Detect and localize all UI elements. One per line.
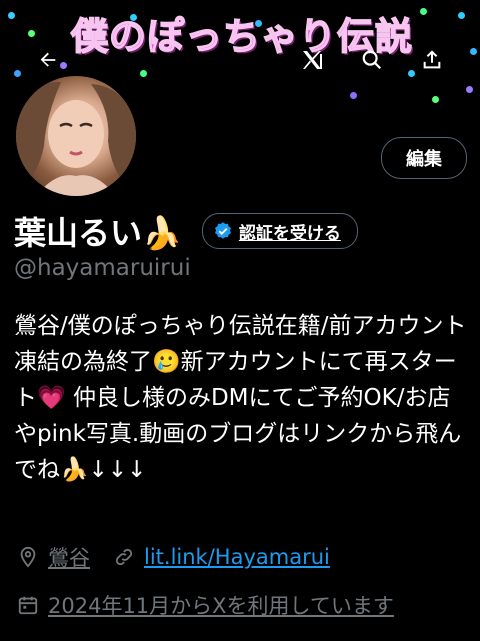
banner-decoration xyxy=(466,86,473,93)
link-icon xyxy=(112,545,136,569)
banner-decoration xyxy=(470,48,477,55)
get-verified-button[interactable]: 認証を受ける xyxy=(201,213,358,249)
banner-decoration xyxy=(432,96,439,103)
share-icon[interactable] xyxy=(416,44,448,76)
name-row: 葉山るい🍌 認証を受ける xyxy=(14,208,358,254)
display-name: 葉山るい🍌 xyxy=(14,214,182,252)
profile-link[interactable]: lit.link/Hayamarui xyxy=(144,545,330,569)
get-verified-label: 認証を受ける xyxy=(238,223,341,244)
profile-meta-row: 鶯谷 lit.link/Hayamarui xyxy=(16,542,330,572)
verified-badge-icon xyxy=(213,221,233,241)
arrow-left-icon[interactable] xyxy=(32,44,64,76)
username-handle: @hayamaruirui xyxy=(14,255,191,281)
banner-decoration xyxy=(14,70,21,77)
x-logo-icon[interactable] xyxy=(296,44,328,76)
search-icon[interactable] xyxy=(356,44,388,76)
banner-decoration xyxy=(140,70,147,77)
banner-title: 僕のぽっちゃり伝説 xyxy=(70,14,413,59)
banner-decoration xyxy=(350,92,357,99)
location-pin-icon xyxy=(16,545,40,569)
location-text: 鶯谷 xyxy=(48,546,90,570)
joined-date: 2024年11月からXを利用しています xyxy=(48,594,394,618)
avatar[interactable] xyxy=(12,72,140,200)
calendar-icon xyxy=(16,593,40,617)
banner-decoration xyxy=(8,12,15,19)
banner-decoration xyxy=(408,70,415,77)
profile-bio: 鶯谷/僕のぽっちゃり伝説在籍/前アカウント凍結の為終了🥲新アカウントにて再スター… xyxy=(14,313,467,483)
edit-profile-button[interactable]: 編集 xyxy=(381,137,467,179)
joined-row: 2024年11月からXを利用しています xyxy=(16,590,394,620)
